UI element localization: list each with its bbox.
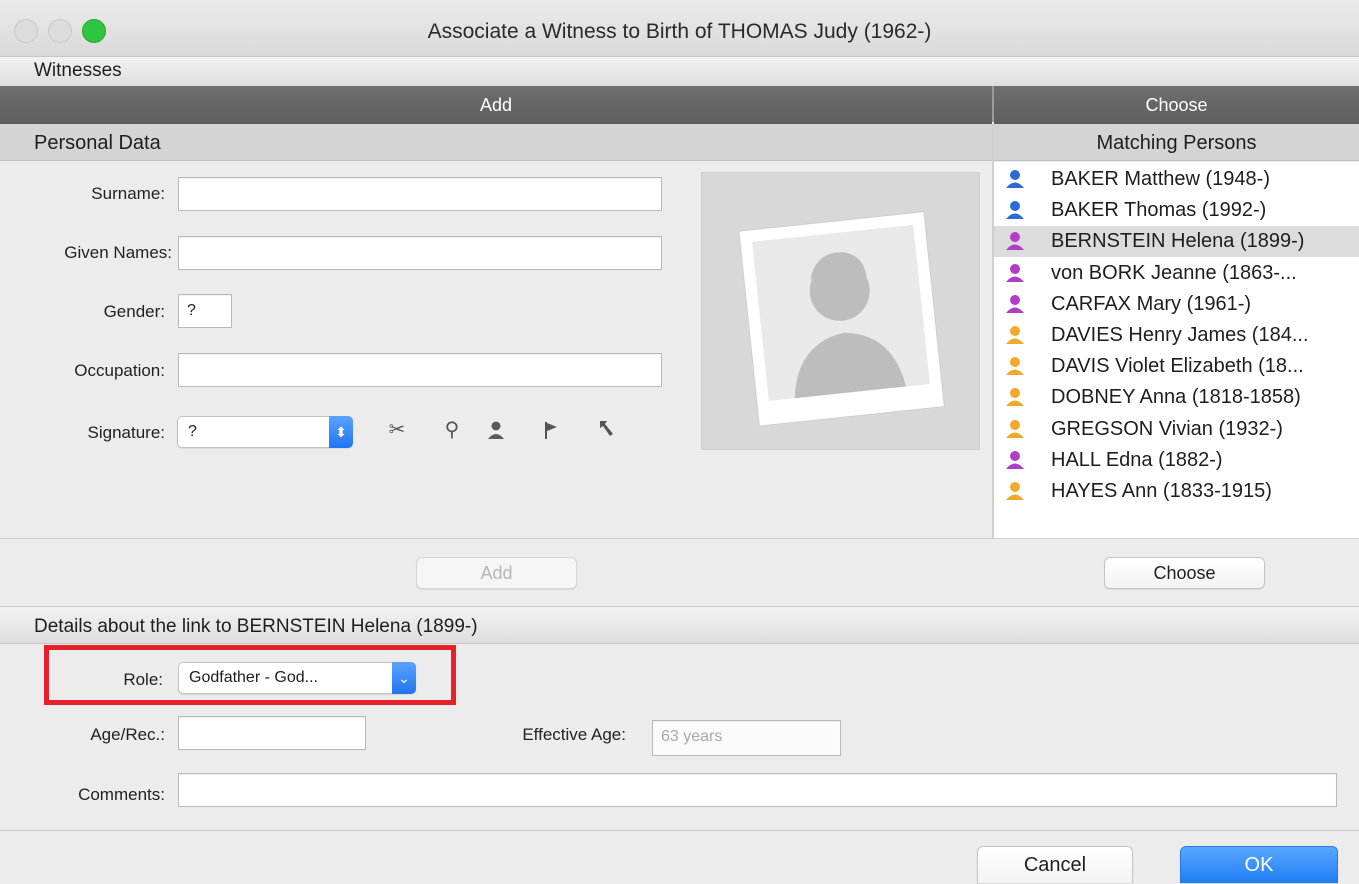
cancel-button[interactable]: Cancel <box>977 846 1133 883</box>
person-female-icon <box>1004 293 1026 315</box>
person-female-icon <box>1004 262 1026 284</box>
age-rec-input[interactable] <box>178 716 366 750</box>
choose-button[interactable]: Choose <box>1104 557 1265 589</box>
gender-input[interactable]: ? <box>178 294 232 328</box>
signature-flag-icon[interactable] <box>542 419 560 446</box>
comments-input[interactable] <box>178 773 1337 807</box>
person-male-icon <box>1004 168 1026 190</box>
surname-label: Surname: <box>91 184 165 203</box>
person-female-icon <box>1004 449 1026 471</box>
photo-frame[interactable] <box>701 172 980 450</box>
list-item[interactable]: DOBNEY Anna (1818-1858) <box>994 382 1359 413</box>
person-name: CARFAX Mary (1961-) <box>1051 292 1252 315</box>
witnesses-label: Witnesses <box>34 60 122 81</box>
signature-select[interactable]: ? ⬍ <box>177 416 353 448</box>
list-item[interactable]: DAVIS Violet Elizabeth (18... <box>994 351 1359 382</box>
occupation-input[interactable] <box>178 353 662 387</box>
list-item[interactable]: BERNSTEIN Helena (1899-) <box>994 226 1359 258</box>
divider <box>0 538 1359 539</box>
stepper-arrows-icon: ⬍ <box>329 416 353 448</box>
given-names-input[interactable] <box>178 236 662 270</box>
gender-label: Gender: <box>103 302 165 321</box>
list-item[interactable]: DAVIES Henry James (184... <box>994 320 1359 351</box>
signature-magnify-icon[interactable]: ⚲ <box>438 417 466 442</box>
portrait-placeholder-icon <box>738 211 945 427</box>
person-name: DOBNEY Anna (1818-1858) <box>1051 386 1301 409</box>
matching-persons-header: Matching Persons <box>994 124 1359 161</box>
role-highlight-box <box>44 645 456 705</box>
ok-button[interactable]: OK <box>1180 846 1338 883</box>
add-panel-header: Add <box>0 86 992 124</box>
list-item[interactable]: CARFAX Mary (1961-) <box>994 289 1359 320</box>
effective-age-input: 63 years <box>652 720 841 756</box>
details-header: Details about the link to BERNSTEIN Hele… <box>0 606 1359 644</box>
person-unknown-icon <box>1004 355 1026 377</box>
person-name: GREGSON Vivian (1932-) <box>1051 417 1283 440</box>
person-unknown-icon <box>1004 324 1026 346</box>
window-title: Associate a Witness to Birth of THOMAS J… <box>427 20 932 43</box>
surname-input[interactable] <box>178 177 662 211</box>
footer-divider <box>0 830 1359 831</box>
choose-panel-header: Choose <box>994 86 1359 124</box>
signature-scissors-icon[interactable]: ✂ <box>383 417 411 442</box>
person-name: DAVIS Violet Elizabeth (18... <box>1051 355 1304 378</box>
list-item[interactable]: HALL Edna (1882-) <box>994 445 1359 476</box>
age-rec-label: Age/Rec.: <box>90 725 165 744</box>
occupation-label: Occupation: <box>74 361 165 380</box>
given-names-label: Given Names: <box>64 243 172 262</box>
person-name: BAKER Thomas (1992-) <box>1051 199 1267 222</box>
list-item[interactable]: GREGSON Vivian (1932-) <box>994 414 1359 445</box>
add-button[interactable]: Add <box>416 557 577 589</box>
matching-persons-list[interactable]: BAKER Matthew (1948-) BAKER Thomas (1992-… <box>994 162 1359 538</box>
person-unknown-icon <box>1004 418 1026 440</box>
witnesses-header: Witnesses <box>0 57 1359 87</box>
comments-label: Comments: <box>78 785 165 804</box>
personal-data-header: Personal Data <box>0 124 992 161</box>
signature-label: Signature: <box>87 423 166 442</box>
person-unknown-icon <box>1004 386 1026 408</box>
effective-age-label: Effective Age: <box>522 725 626 744</box>
person-name: BERNSTEIN Helena (1899-) <box>1051 230 1305 253</box>
list-item[interactable]: BAKER Matthew (1948-) <box>994 164 1359 195</box>
person-name: HAYES Ann (1833-1915) <box>1051 480 1272 502</box>
person-name: von BORK Jeanne (1863-... <box>1051 261 1297 284</box>
details-title: Details about the link to BERNSTEIN Hele… <box>34 616 478 637</box>
personal-data-title: Personal Data <box>34 132 161 154</box>
person-male-icon <box>1004 199 1026 221</box>
list-item[interactable]: BAKER Thomas (1992-) <box>994 195 1359 226</box>
person-unknown-icon <box>1004 480 1026 502</box>
list-item[interactable]: HAYES Ann (1833-1915) <box>994 476 1359 507</box>
signature-person-icon[interactable] <box>485 419 507 446</box>
person-name: BAKER Matthew (1948-) <box>1051 168 1270 190</box>
person-name: HALL Edna (1882-) <box>1051 448 1223 471</box>
signature-pointer-icon[interactable] <box>597 418 617 445</box>
list-item[interactable]: von BORK Jeanne (1863-... <box>994 258 1359 289</box>
person-name: DAVIES Henry James (184... <box>1051 324 1309 346</box>
person-female-icon <box>1004 230 1026 252</box>
signature-select-value: ? <box>188 423 197 440</box>
